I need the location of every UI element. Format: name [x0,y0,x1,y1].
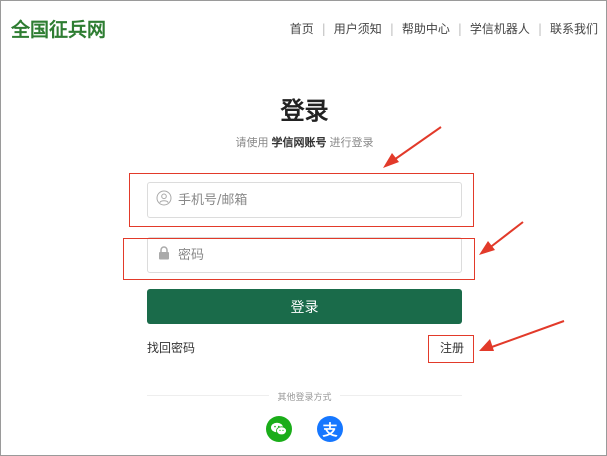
annotation-arrow-2 [479,221,524,255]
annotation-arrows [383,126,565,351]
annotation-arrow-3 [479,320,565,351]
annotation-arrow-1 [383,126,442,168]
